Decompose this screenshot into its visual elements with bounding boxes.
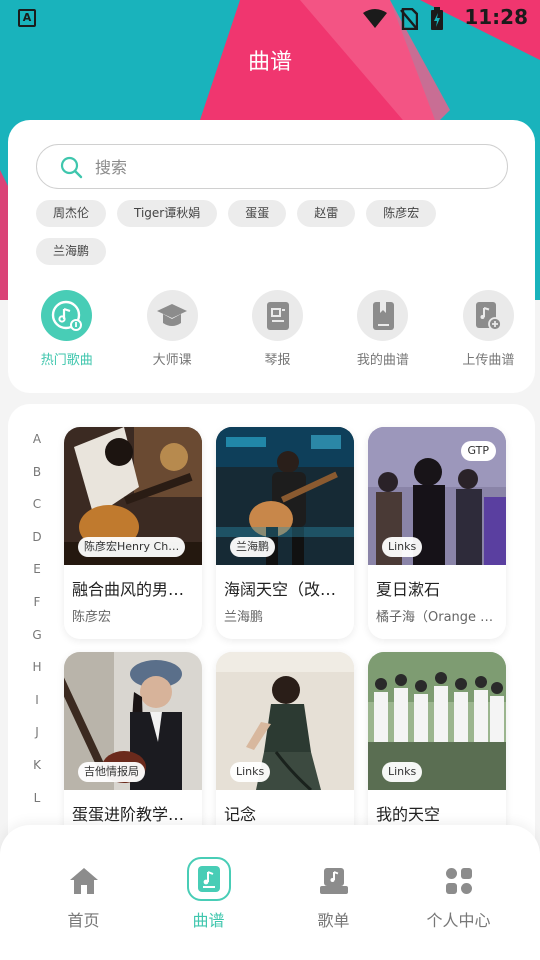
search-panel: 周杰伦 Tiger谭秋娟 蛋蛋 赵雷 陈彦宏 兰海鹏 热门歌曲 大师课 琴报 — [8, 120, 535, 393]
category-row: 热门歌曲 大师课 琴报 我的曲谱 上传曲谱 — [8, 290, 535, 368]
song-cover-image: Links — [216, 652, 354, 790]
format-badge: GTP — [460, 441, 496, 461]
song-title: 记念 — [224, 805, 257, 824]
tag-chip[interactable]: 陈彦宏 — [366, 200, 437, 227]
hot-search-tags: 周杰伦 Tiger谭秋娟 蛋蛋 赵雷 陈彦宏 兰海鹏 — [36, 200, 516, 265]
category-hot-songs[interactable]: 热门歌曲 — [20, 290, 113, 368]
battery-charging-icon — [431, 7, 443, 30]
song-card[interactable]: 陈彦宏Henry Ch… 融合曲风的男… 陈彦宏 — [64, 427, 202, 639]
artist-chip: Links — [382, 537, 423, 557]
index-letter[interactable]: G — [30, 628, 44, 661]
alphabet-index[interactable]: A B C D E F G H I J K L — [30, 432, 44, 823]
sheet-music-icon — [197, 866, 220, 892]
wifi-icon — [363, 9, 387, 28]
status-bar: A 11:28 — [0, 0, 540, 36]
song-cover-image: 兰海鹏 — [216, 427, 354, 565]
index-letter[interactable]: F — [30, 595, 44, 628]
tag-chip[interactable]: 周杰伦 — [36, 200, 107, 227]
app-notification-icon: A — [18, 9, 36, 27]
index-letter[interactable]: D — [30, 530, 44, 563]
book-icon — [372, 301, 394, 330]
index-letter[interactable]: J — [30, 725, 44, 758]
profile-grid-icon — [445, 868, 472, 894]
index-letter[interactable]: K — [30, 758, 44, 791]
song-card[interactable]: 兰海鹏 海阔天空（改… 兰海鹏 — [216, 427, 354, 639]
song-grid: 陈彦宏Henry Ch… 融合曲风的男… 陈彦宏 兰海鹏 海阔天空（改… 兰海鹏… — [64, 427, 514, 864]
song-title: 蛋蛋进阶教学… — [72, 805, 185, 824]
song-cover-image: 陈彦宏Henry Ch… — [64, 427, 202, 565]
song-artist: 橘子海（Orange O… — [376, 610, 498, 625]
song-cover-image: Links — [368, 652, 506, 790]
tag-chip[interactable]: Tiger谭秋娟 — [117, 200, 218, 227]
nav-home[interactable]: 首页 — [21, 825, 146, 960]
bottom-nav: 首页 曲谱 歌单 个人中心 — [0, 825, 540, 960]
no-sim-icon — [400, 8, 418, 30]
song-cover-image: 吉他情报局 — [64, 652, 202, 790]
song-title: 融合曲风的男… — [72, 580, 185, 599]
song-cover-image: GTP Links — [368, 427, 506, 565]
artist-chip: Links — [230, 762, 271, 782]
tag-chip[interactable]: 兰海鹏 — [36, 238, 107, 265]
upload-sheet-icon — [476, 301, 503, 331]
playlist-icon — [319, 868, 348, 894]
category-my-sheets[interactable]: 我的曲谱 — [336, 290, 429, 368]
search-bar[interactable] — [36, 144, 508, 189]
page-title: 曲谱 — [247, 50, 292, 75]
song-title: 我的天空 — [376, 805, 441, 824]
index-letter[interactable]: A — [30, 432, 44, 465]
status-time: 11:28 — [464, 5, 528, 29]
nav-sheet-music[interactable]: 曲谱 — [146, 825, 271, 960]
artist-chip: 兰海鹏 — [230, 537, 275, 557]
artist-chip: 吉他情报局 — [78, 762, 145, 782]
song-artist: 陈彦宏 — [72, 610, 112, 625]
category-guitar-news[interactable]: 琴报 — [231, 290, 324, 368]
graduation-cap-icon — [157, 303, 188, 326]
song-title: 海阔天空（改… — [224, 580, 337, 599]
song-title: 夏日漱石 — [376, 580, 441, 599]
category-upload-sheet[interactable]: 上传曲谱 — [442, 290, 535, 368]
newspaper-icon — [266, 301, 289, 330]
index-letter[interactable]: B — [30, 465, 44, 498]
song-card[interactable]: GTP Links 夏日漱石 橘子海（Orange O… — [368, 427, 506, 639]
home-icon — [69, 868, 98, 894]
search-input[interactable] — [95, 155, 475, 179]
music-disc-icon — [51, 300, 82, 331]
tag-chip[interactable]: 蛋蛋 — [228, 200, 287, 227]
artist-chip: 陈彦宏Henry Ch… — [78, 537, 186, 557]
search-icon — [60, 156, 83, 179]
nav-playlist[interactable]: 歌单 — [271, 825, 396, 960]
index-letter[interactable]: H — [30, 660, 44, 693]
index-letter[interactable]: I — [30, 693, 44, 726]
index-letter[interactable]: L — [30, 791, 44, 824]
category-master-class[interactable]: 大师课 — [125, 290, 218, 368]
index-letter[interactable]: E — [30, 562, 44, 595]
tag-chip[interactable]: 赵雷 — [297, 200, 356, 227]
index-letter[interactable]: C — [30, 497, 44, 530]
nav-profile[interactable]: 个人中心 — [396, 825, 521, 960]
song-artist: 兰海鹏 — [224, 610, 264, 625]
artist-chip: Links — [382, 762, 423, 782]
